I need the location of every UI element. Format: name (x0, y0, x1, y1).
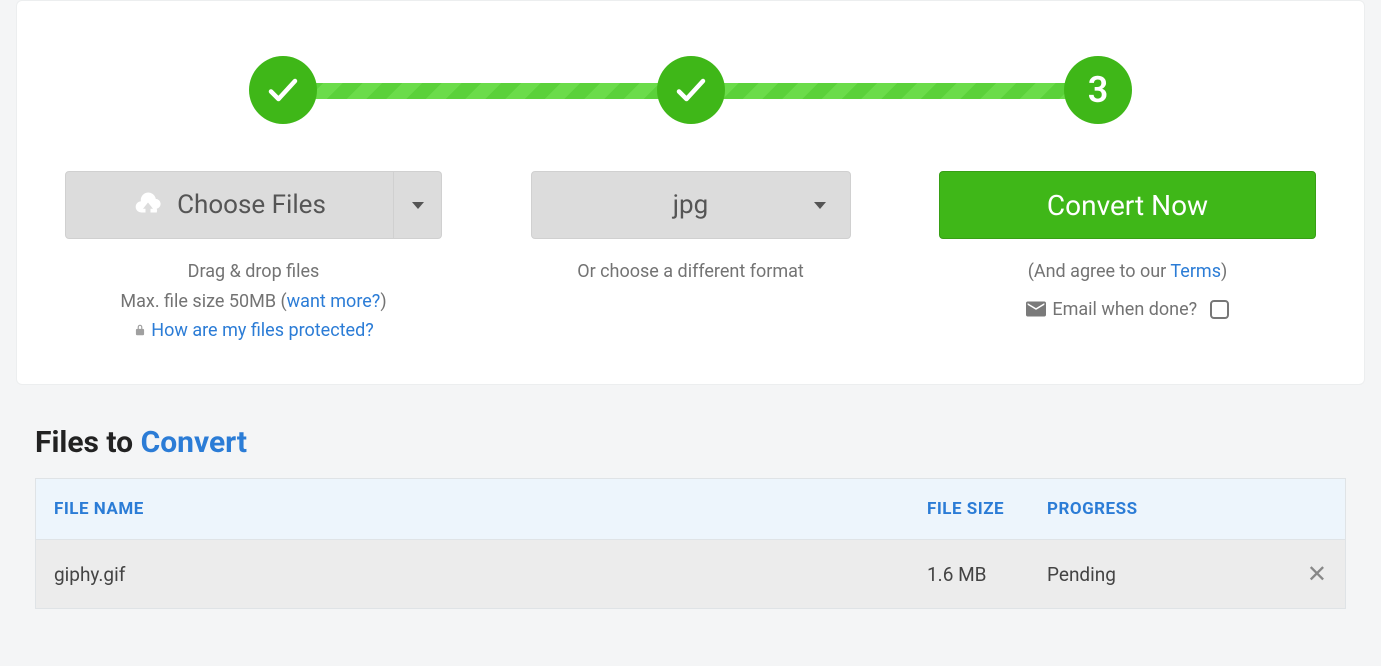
files-table: FILE NAME FILE SIZE PROGRESS giphy.gif 1… (35, 478, 1346, 609)
table-row: giphy.gif 1.6 MB Pending ✕ (36, 540, 1345, 608)
max-size-suffix: ) (380, 291, 386, 312)
convert-help: (And agree to our Terms) Email when done… (1026, 257, 1228, 324)
format-hint: Or choose a different format (577, 257, 804, 287)
convert-now-button[interactable]: Convert Now (939, 171, 1316, 239)
remove-file-button[interactable]: ✕ (1287, 560, 1327, 588)
choose-files-dropdown[interactable] (394, 171, 442, 239)
mail-icon (1026, 301, 1046, 317)
lock-icon (133, 322, 147, 338)
agree-suffix: ) (1221, 261, 1227, 282)
files-section-title: Files to Convert (35, 425, 1346, 460)
files-table-header: FILE NAME FILE SIZE PROGRESS (36, 479, 1345, 540)
action-columns: Choose Files Drag & drop files Max. file… (17, 141, 1364, 384)
choose-files-label: Choose Files (177, 190, 326, 220)
drag-drop-text: Drag & drop files (120, 257, 386, 287)
cloud-upload-icon (133, 190, 163, 220)
email-when-done-label: Email when done? (1052, 299, 1197, 320)
choose-files-group: Choose Files (65, 171, 442, 239)
step-3-label: 3 (1088, 69, 1109, 111)
format-selected: jpg (673, 190, 708, 220)
files-protected-link[interactable]: How are my files protected? (151, 320, 374, 341)
conversion-card: 3 Choose Files Drag & drop files Max. fi… (16, 0, 1365, 385)
file-size: 1.6 MB (927, 563, 1047, 586)
checkmark-icon (673, 72, 709, 108)
col-header-size[interactable]: FILE SIZE (927, 499, 1047, 519)
file-name: giphy.gif (54, 563, 927, 586)
max-size-prefix: Max. file size 50MB ( (120, 291, 286, 312)
step-3: 3 (1064, 56, 1132, 124)
col-header-name[interactable]: FILE NAME (54, 499, 927, 519)
format-select[interactable]: jpg (531, 171, 851, 239)
terms-link[interactable]: Terms (1170, 261, 1221, 282)
caret-down-icon (814, 202, 826, 209)
step-2 (657, 56, 725, 124)
files-title-accent: Convert (141, 425, 247, 460)
progress-steps: 3 (17, 1, 1364, 141)
convert-column: Convert Now (And agree to our Terms) Ema… (939, 171, 1316, 346)
format-column: jpg Or choose a different format (502, 171, 879, 346)
agree-prefix: (And agree to our (1028, 261, 1171, 282)
format-caret (814, 202, 826, 209)
step-1 (249, 56, 317, 124)
choose-files-help: Drag & drop files Max. file size 50MB (w… (120, 257, 386, 346)
caret-down-icon (412, 202, 424, 209)
files-title-prefix: Files to (35, 425, 141, 460)
close-icon: ✕ (1307, 560, 1327, 588)
file-progress: Pending (1047, 563, 1287, 586)
want-more-link[interactable]: want more? (287, 291, 381, 312)
checkmark-icon (265, 72, 301, 108)
choose-files-button[interactable]: Choose Files (65, 171, 394, 239)
convert-now-label: Convert Now (1047, 189, 1208, 222)
email-when-done-checkbox[interactable] (1210, 300, 1229, 319)
choose-files-column: Choose Files Drag & drop files Max. file… (65, 171, 442, 346)
col-header-progress[interactable]: PROGRESS (1047, 499, 1327, 519)
